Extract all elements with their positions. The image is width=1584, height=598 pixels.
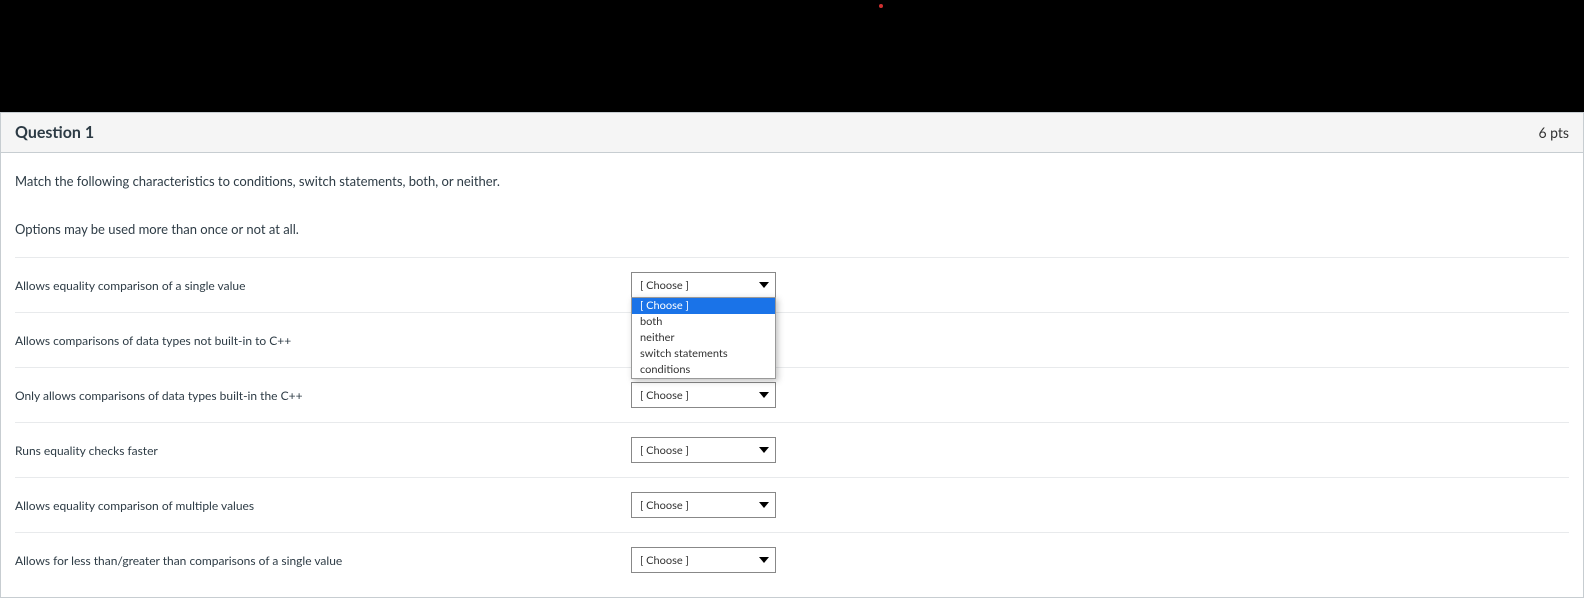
question-header: Question 1 6 pts — [1, 113, 1583, 153]
dropdown-option[interactable]: both — [632, 314, 775, 330]
match-label: Allows comparisons of data types not bui… — [15, 333, 631, 348]
match-label: Runs equality checks faster — [15, 443, 631, 458]
question-title: Question 1 — [15, 123, 94, 142]
dropdown-option[interactable]: conditions — [632, 362, 775, 378]
dropdown-option[interactable]: neither — [632, 330, 775, 346]
select-value: [ Choose ] — [640, 279, 689, 292]
top-header-bar — [0, 0, 1584, 112]
dropdown-option[interactable]: switch statements — [632, 346, 775, 362]
chevron-down-icon — [759, 392, 769, 398]
prompt-line-2: Options may be used more than once or no… — [15, 221, 1569, 237]
select-value: [ Choose ] — [640, 389, 689, 402]
select-value: [ Choose ] — [640, 554, 689, 567]
match-row: Allows equality comparison of multiple v… — [15, 477, 1569, 532]
question-body: Match the following characteristics to c… — [1, 153, 1583, 597]
question-prompt: Match the following characteristics to c… — [15, 173, 1569, 237]
question-container: Question 1 6 pts Match the following cha… — [0, 112, 1584, 598]
select-value: [ Choose ] — [640, 444, 689, 457]
answer-select[interactable]: [ Choose ] — [631, 437, 776, 463]
match-row: Allows comparisons of data types not bui… — [15, 312, 1569, 367]
dropdown-option[interactable]: [ Choose ] — [632, 298, 775, 314]
match-label: Only allows comparisons of data types bu… — [15, 388, 631, 403]
match-label: Allows equality comparison of a single v… — [15, 278, 631, 293]
chevron-down-icon — [759, 282, 769, 288]
chevron-down-icon — [759, 447, 769, 453]
match-row: Allows equality comparison of a single v… — [15, 257, 1569, 312]
answer-select[interactable]: [ Choose ] — [631, 547, 776, 573]
match-row: Runs equality checks faster [ Choose ] — [15, 422, 1569, 477]
answer-select[interactable]: [ Choose ] — [631, 382, 776, 408]
question-points: 6 pts — [1538, 124, 1569, 141]
select-wrap: [ Choose ] — [631, 492, 776, 518]
match-row: Allows for less than/greater than compar… — [15, 532, 1569, 587]
chevron-down-icon — [759, 502, 769, 508]
indicator-dot — [879, 4, 883, 8]
answer-select[interactable]: [ Choose ] — [631, 492, 776, 518]
select-value: [ Choose ] — [640, 499, 689, 512]
match-label: Allows for less than/greater than compar… — [15, 553, 631, 568]
prompt-line-1: Match the following characteristics to c… — [15, 173, 1569, 189]
select-wrap: [ Choose ] — [631, 382, 776, 408]
select-wrap: [ Choose ] — [631, 437, 776, 463]
dropdown-list[interactable]: [ Choose ]bothneitherswitch statementsco… — [631, 297, 776, 379]
select-wrap: [ Choose ] — [631, 547, 776, 573]
match-label: Allows equality comparison of multiple v… — [15, 498, 631, 513]
match-row: Only allows comparisons of data types bu… — [15, 367, 1569, 422]
select-wrap: [ Choose ][ Choose ]bothneitherswitch st… — [631, 272, 776, 298]
answer-select[interactable]: [ Choose ] — [631, 272, 776, 298]
